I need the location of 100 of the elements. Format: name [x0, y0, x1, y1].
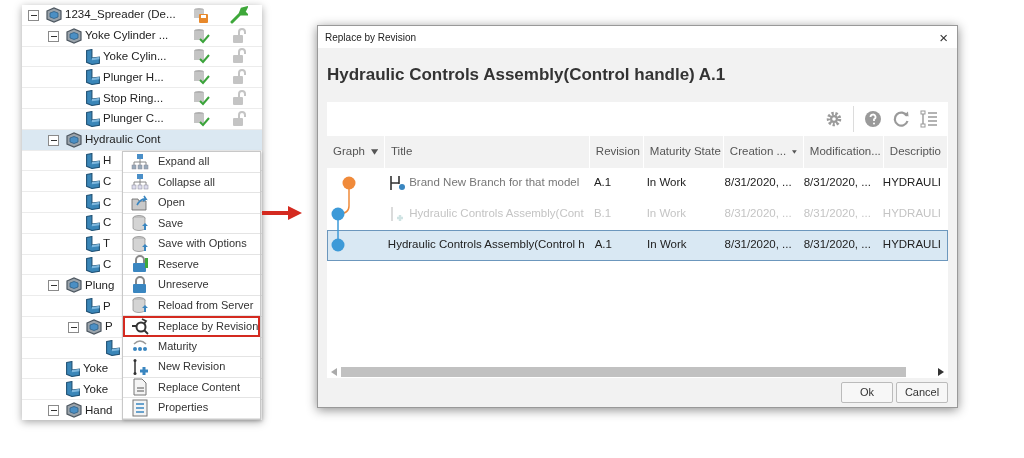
table-cell: 8/31/2020, ...: [803, 207, 871, 220]
part-icon: [86, 194, 100, 211]
scroll-right-icon[interactable]: [938, 368, 944, 376]
column-header[interactable]: Creation ...: [723, 135, 804, 168]
tree-item-label: Hand: [85, 402, 113, 418]
folder-arrow-icon: [131, 193, 149, 212]
table-cell: 8/31/2020, ...: [724, 238, 792, 251]
part-icon: [86, 48, 100, 65]
unlocked-icon: [230, 47, 248, 66]
menu-item[interactable]: Unreserve: [123, 275, 260, 296]
tree-row[interactable]: Stop Ring...: [22, 88, 262, 109]
column-header[interactable]: Title: [385, 135, 590, 168]
column-header[interactable]: Descriptio: [883, 135, 948, 168]
column-header[interactable]: Modification...: [803, 135, 884, 168]
part-icon: [66, 381, 80, 398]
tree-row[interactable]: Plunger H...: [22, 67, 262, 89]
menu-item[interactable]: Replace Content: [123, 377, 260, 398]
tree-item-label: Stop Ring...: [103, 90, 164, 106]
part-icon: [66, 360, 80, 377]
part-icon: [86, 173, 100, 190]
tree-item-label: C: [103, 173, 112, 189]
wrench-icon: [230, 5, 248, 24]
tree-row[interactable]: 1234_Spreader (De...: [22, 5, 262, 26]
table-cell: HYDRAULI: [882, 238, 941, 251]
tree-item-label: Hydraulic Cont: [85, 132, 161, 148]
table-cell-text: Hydraulic Controls Assembly(Cont: [409, 206, 584, 222]
assembly-icon: [66, 277, 82, 294]
column-header[interactable]: Graph: [327, 135, 385, 168]
tree-item-label: Yoke Cylinder ...: [85, 28, 169, 44]
collapse-toggle[interactable]: [28, 10, 39, 21]
close-button[interactable]: ×: [937, 29, 950, 45]
part-icon: [106, 339, 120, 356]
database-icon: [131, 234, 149, 253]
part-icon: [86, 256, 100, 273]
menu-item[interactable]: Reload from Server: [123, 295, 260, 316]
menu-item[interactable]: Expand all: [123, 152, 260, 173]
part-icon: [86, 235, 100, 252]
branch-icon: [388, 174, 407, 192]
table-row[interactable]: Brand New Branch for that model A.1 In Work 8/31/2020, ... 8/31/2020, ... HYDRAULI: [327, 167, 948, 199]
menu-item[interactable]: Open: [123, 193, 260, 214]
database-check-icon: [192, 109, 210, 128]
tree-item-label: Plunger C...: [103, 111, 164, 127]
properties-icon: [131, 398, 149, 417]
part-icon: [86, 90, 100, 107]
unlocked-icon: [230, 68, 248, 87]
menu-item[interactable]: Collapse all: [123, 172, 260, 193]
collapse-toggle[interactable]: [68, 321, 79, 333]
tree-row[interactable]: Hydraulic Cont: [22, 129, 262, 151]
tree-row[interactable]: Yoke Cylin...: [22, 46, 262, 68]
menu-item[interactable]: Save: [123, 213, 260, 234]
settings-icon[interactable]: [825, 109, 843, 128]
tree-item-label: H: [103, 152, 112, 168]
database-check-icon: [192, 89, 210, 108]
database-check-icon: [192, 47, 210, 66]
table-cell: In Work: [646, 176, 687, 189]
lock-icon: [131, 255, 149, 274]
dialog-button[interactable]: Ok: [841, 382, 893, 403]
part-icon: [86, 152, 100, 169]
tree-item-label: Yoke Cylin...: [103, 48, 167, 64]
menu-item[interactable]: Maturity: [123, 336, 260, 357]
assembly-icon: [66, 131, 82, 148]
database-check-icon: [192, 68, 210, 87]
dialog-heading: Hydraulic Controls Assembly(Control handle) A.1: [327, 65, 726, 84]
refresh-icon[interactable]: [892, 109, 910, 128]
collapse-toggle[interactable]: [48, 30, 59, 42]
column-header[interactable]: Revision: [589, 135, 644, 168]
table-cell: HYDRAULI: [882, 176, 941, 189]
table-cell: A.1: [594, 238, 612, 251]
table-cell: A.1: [593, 176, 612, 189]
unlocked-icon: [230, 89, 248, 108]
tree-item-label: Yoke: [83, 381, 109, 397]
collapse-toggle[interactable]: [48, 280, 59, 292]
table-cell-text: Hydraulic Controls Assembly(Control h: [387, 237, 585, 253]
menu-item[interactable]: New Revision: [123, 357, 260, 378]
table-cell: In Work: [647, 238, 687, 251]
assembly-icon: [46, 7, 62, 23]
column-header[interactable]: Maturity State: [643, 135, 724, 168]
table-cell: HYDRAULI: [882, 207, 941, 220]
menu-item[interactable]: Replace by Revision: [123, 316, 260, 337]
hierarchy-icon: [131, 173, 149, 192]
menu-item[interactable]: Properties: [123, 398, 260, 419]
menu-item[interactable]: Reserve: [123, 254, 260, 275]
tree-item-label: C: [103, 194, 112, 210]
revision-search-icon: [131, 317, 149, 336]
tree-item-label: T: [103, 236, 111, 252]
tree-item-label: P: [105, 319, 113, 335]
table-cell: 8/31/2020, ...: [803, 176, 871, 189]
tree-row[interactable]: Plunger C...: [22, 109, 262, 130]
tree-item-label: 1234_Spreader (De...: [65, 7, 176, 23]
window-title: Replace by Revision: [325, 30, 417, 45]
table-row[interactable]: Hydraulic Controls Assembly(Control h A.1 In Work 8/31/2020, ... 8/31/2020, ... HYDRAULI: [327, 229, 948, 261]
tree-row[interactable]: Yoke Cylinder ...: [22, 25, 262, 47]
part-icon: [86, 298, 100, 315]
assembly-icon: [66, 402, 82, 419]
collapse-toggle[interactable]: [48, 405, 59, 417]
collapse-toggle[interactable]: [48, 134, 59, 146]
dialog-button[interactable]: Cancel: [896, 382, 948, 403]
table-cell: 8/31/2020, ...: [724, 176, 792, 189]
menu-item[interactable]: Save with Options: [123, 234, 260, 255]
help-icon[interactable]: [864, 109, 882, 128]
